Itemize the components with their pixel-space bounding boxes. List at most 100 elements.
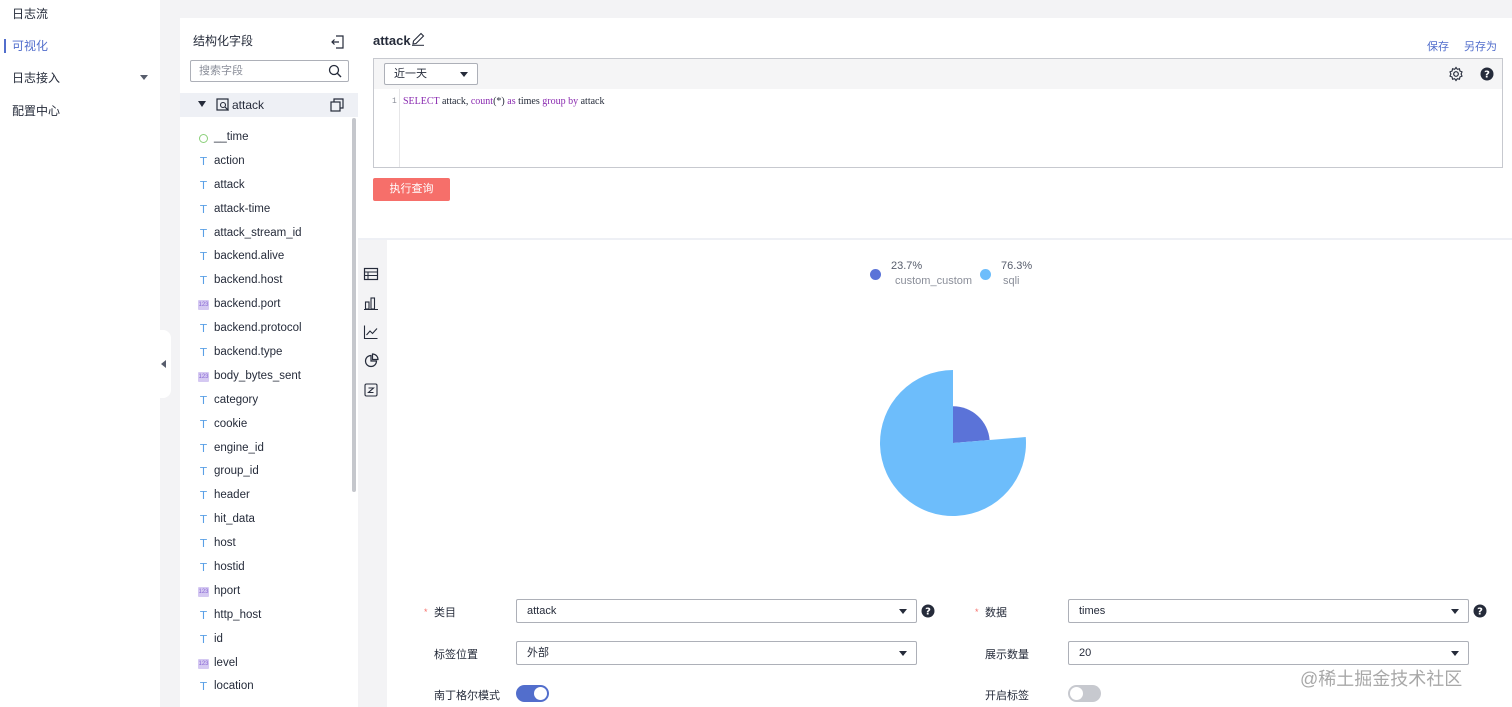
fields-panel-title: 结构化字段 — [193, 34, 254, 48]
legend-label[interactable]: custom_custom — [895, 275, 972, 287]
field-list-item[interactable]: Tattack-time — [180, 198, 350, 222]
show-count-label: 展示数量 — [985, 649, 1029, 661]
save-button[interactable]: 保存 — [1427, 38, 1449, 54]
number-type-icon: 123 — [198, 586, 209, 597]
nightingale-label: 南丁格尔模式 — [434, 690, 500, 702]
show-count-select[interactable]: 20 — [1068, 641, 1469, 665]
time-range-value: 近一天 — [394, 68, 427, 80]
field-list-item[interactable]: 123 body_bytes_sent — [180, 365, 350, 389]
field-name: location — [214, 680, 254, 693]
field-list-item[interactable]: Tbackend.alive — [180, 245, 350, 269]
help-icon[interactable]: ? — [1480, 67, 1494, 81]
field-list-item[interactable]: 123 backend.port — [180, 293, 350, 317]
edit-icon[interactable] — [411, 32, 425, 46]
data-select[interactable]: times — [1068, 599, 1469, 623]
legend-percent: 23.7% — [891, 260, 923, 272]
legend-marker[interactable] — [980, 269, 991, 280]
sql-keyword: SELECT — [403, 96, 440, 107]
search-icon[interactable] — [328, 64, 342, 78]
field-list-item[interactable]: Tbackend.host — [180, 269, 350, 293]
number-chart-icon[interactable] — [363, 382, 379, 398]
field-list-scrollbar[interactable] — [352, 118, 356, 492]
field-list: __time Taction Tattack Tattack-time Tattack_… — [180, 126, 350, 699]
run-query-button[interactable]: 执行查询 — [373, 178, 450, 201]
required-mark: * — [424, 607, 428, 617]
text-type-icon: T — [200, 608, 207, 622]
selected-field-row[interactable]: attack — [180, 93, 358, 117]
field-list-item[interactable]: Thost — [180, 532, 350, 556]
time-range-select[interactable]: 近一天 — [384, 63, 478, 85]
field-list-item[interactable]: Tlocation — [180, 675, 350, 699]
field-list-item[interactable]: Tcookie — [180, 413, 350, 437]
text-type-icon: T — [200, 632, 207, 646]
pie-slice[interactable] — [880, 370, 1026, 516]
field-name: id — [214, 632, 223, 645]
nightingale-toggle[interactable] — [516, 685, 549, 702]
field-name: attack_stream_id — [214, 226, 302, 239]
field-search-box — [190, 60, 349, 82]
show-label-label: 开启标签 — [985, 690, 1029, 702]
save-as-button[interactable]: 另存为 — [1464, 38, 1497, 54]
collapse-panel-icon[interactable] — [331, 35, 345, 49]
legend-marker[interactable] — [870, 269, 881, 280]
field-search-input[interactable] — [191, 61, 321, 81]
field-name: category — [214, 393, 259, 406]
label-position-select[interactable]: 外部 — [516, 641, 917, 665]
nav-item-log-access[interactable]: 日志接入 — [0, 66, 160, 90]
sql-text: attack — [578, 96, 605, 107]
field-name: action — [214, 154, 245, 167]
field-list-item[interactable]: __time — [180, 126, 350, 150]
gear-icon[interactable] — [1448, 66, 1464, 82]
data-label: 数据 — [985, 607, 1007, 619]
sql-keyword: group — [542, 96, 566, 107]
expand-caret-icon[interactable] — [198, 101, 206, 107]
text-type-icon: T — [200, 417, 207, 431]
field-list-item[interactable]: Taction — [180, 150, 350, 174]
field-list-item[interactable]: Tattack — [180, 174, 350, 198]
collapse-sidebar-button[interactable] — [157, 330, 171, 398]
field-name: backend.port — [214, 298, 281, 311]
field-list-item[interactable]: Thttp_host — [180, 604, 350, 628]
help-icon[interactable]: ? — [921, 604, 935, 618]
field-name: group_id — [214, 465, 259, 478]
copy-icon[interactable] — [330, 98, 344, 112]
field-list-item[interactable]: Tattack_stream_id — [180, 222, 350, 246]
show-label-toggle[interactable] — [1068, 685, 1101, 702]
pie-slice[interactable] — [953, 406, 990, 443]
data-value: times — [1079, 605, 1106, 617]
table-chart-icon[interactable] — [363, 266, 379, 282]
field-name: attack — [214, 178, 245, 191]
sql-code[interactable]: SELECT attack, count(*) as times group b… — [403, 96, 604, 107]
field-list-item[interactable]: Tid — [180, 628, 350, 652]
text-type-icon: T — [200, 513, 207, 527]
sql-text: (*) — [493, 96, 508, 107]
nav-item-config-center[interactable]: 配置中心 — [0, 99, 160, 123]
sql-text: attack, — [439, 96, 471, 107]
field-list-item[interactable]: Thit_data — [180, 508, 350, 532]
category-select[interactable]: attack — [516, 599, 917, 623]
text-type-icon: T — [200, 441, 207, 455]
field-list-item[interactable]: Tgroup_id — [180, 460, 350, 484]
field-list-item[interactable]: 123 hport — [180, 580, 350, 604]
help-icon[interactable]: ? — [1473, 604, 1487, 618]
field-list-item[interactable]: Tbackend.protocol — [180, 317, 350, 341]
bar-chart-icon[interactable] — [363, 295, 379, 311]
field-list-item[interactable]: 123 level — [180, 652, 350, 676]
caret-down-icon — [899, 651, 907, 656]
field-name: hostid — [214, 561, 245, 574]
legend-label[interactable]: sqli — [1003, 275, 1020, 287]
field-list-item[interactable]: Tbackend.type — [180, 341, 350, 365]
required-mark: * — [975, 607, 979, 617]
field-list-item[interactable]: Tcategory — [180, 389, 350, 413]
text-type-icon: T — [200, 393, 207, 407]
nav-item-log-stream[interactable]: 日志流 — [0, 2, 160, 26]
field-name: header — [214, 489, 250, 502]
caret-down-icon — [460, 72, 468, 77]
field-list-item[interactable]: Thostid — [180, 556, 350, 580]
line-chart-icon[interactable] — [363, 324, 379, 340]
pie-chart-icon[interactable] — [363, 353, 379, 369]
field-list-item[interactable]: Tengine_id — [180, 437, 350, 461]
field-list-item[interactable]: Theader — [180, 484, 350, 508]
nav-item-visualization[interactable]: 可视化 — [0, 34, 160, 58]
field-name: backend.host — [214, 274, 283, 287]
